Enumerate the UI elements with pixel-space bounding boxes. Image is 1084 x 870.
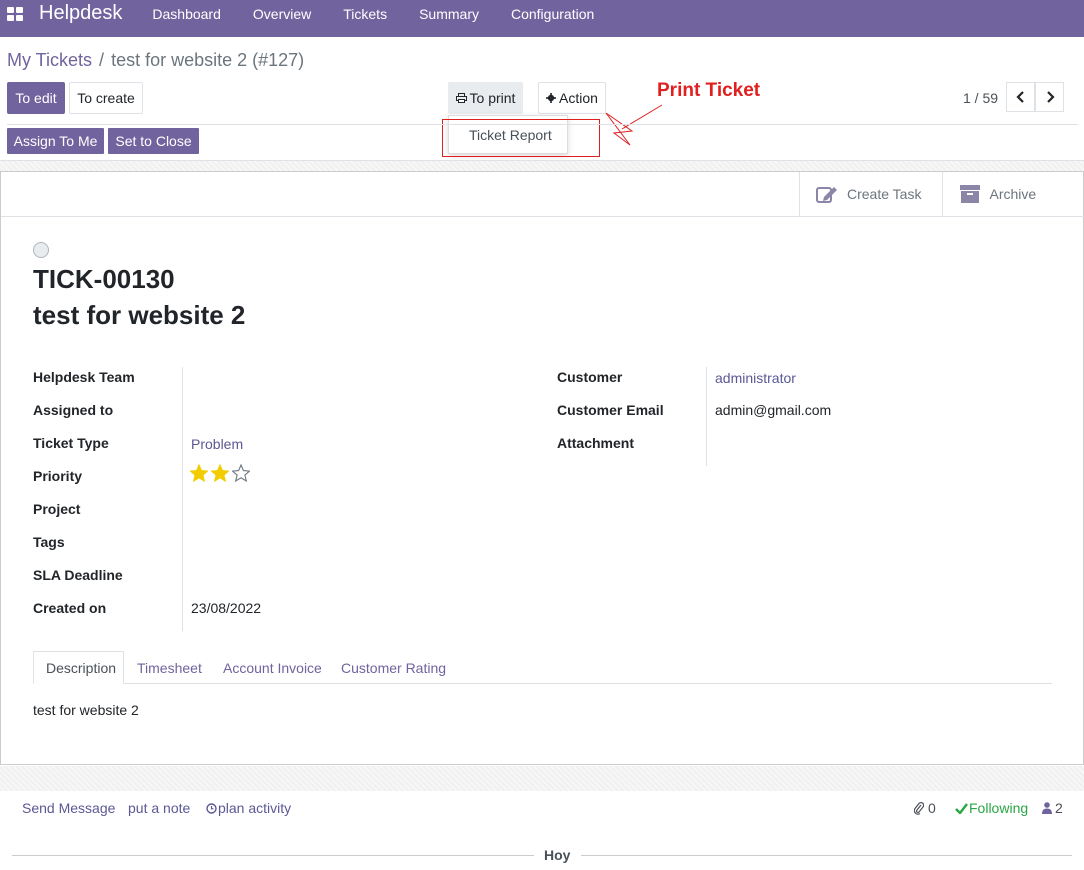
edit-button[interactable]: To edit: [7, 82, 65, 114]
tab-account-invoice[interactable]: Account Invoice: [223, 651, 322, 684]
chevron-left-icon: [1015, 91, 1024, 103]
pager-next-button[interactable]: [1035, 82, 1064, 112]
notebook-tabs: Description Timesheet Account Invoice Cu…: [33, 651, 1052, 684]
followers-count: 2: [1055, 800, 1063, 816]
following-label: Following: [969, 800, 1029, 816]
edit-icon: [816, 187, 837, 203]
left-group-divider: [182, 367, 183, 631]
followers-button[interactable]: 2: [1042, 800, 1063, 816]
created-on-label: Created on: [33, 600, 107, 616]
chevron-right-icon: [1046, 91, 1055, 103]
pager-previous-button[interactable]: [1006, 82, 1035, 112]
print-button-label: To print: [469, 90, 516, 106]
ticket-type-value[interactable]: Problem: [191, 436, 243, 452]
right-group-divider: [706, 367, 707, 466]
assign-to-me-button[interactable]: Assign To Me: [7, 128, 104, 154]
date-separator-line-right: [581, 855, 1072, 856]
app-brand[interactable]: Helpdesk: [39, 2, 122, 25]
helpdesk-team-label: Helpdesk Team: [33, 369, 135, 385]
button-box-divider: [1, 216, 1084, 217]
breadcrumb-separator: /: [99, 50, 105, 70]
breadcrumb: My Tickets / test for website 2 (#127): [7, 50, 304, 71]
project-label: Project: [33, 501, 81, 517]
action-button-label: Action: [559, 90, 598, 106]
top-navbar: Helpdesk Dashboard Overview Tickets Summ…: [0, 0, 1084, 37]
smart-button-box: Create Task Archive: [799, 172, 1084, 216]
archive-label: Archive: [989, 186, 1037, 202]
send-message-button[interactable]: Send Message: [22, 800, 115, 816]
ticket-number: TICK-00130: [33, 264, 175, 294]
priority-label: Priority: [33, 468, 83, 484]
printer-icon: [455, 93, 467, 103]
description-content[interactable]: test for website 2: [33, 702, 139, 718]
customer-email-value[interactable]: admin@gmail.com: [715, 402, 831, 418]
date-separator-line-left: [12, 855, 534, 856]
menu-item-tickets[interactable]: Tickets: [327, 6, 403, 22]
ticket-name[interactable]: test for website 2: [33, 300, 245, 331]
sla-deadline-label: SLA Deadline: [33, 567, 123, 583]
archive-icon: [959, 185, 980, 203]
star-icon[interactable]: [232, 464, 250, 482]
clock-icon: [206, 802, 217, 814]
tags-field[interactable]: [191, 534, 491, 552]
print-button[interactable]: To print: [448, 82, 523, 114]
log-note-button[interactable]: put a note: [128, 800, 190, 816]
menu-item-overview[interactable]: Overview: [237, 6, 327, 22]
create-button[interactable]: To create: [69, 82, 143, 114]
attachment-label: Attachment: [557, 435, 635, 451]
assigned-to-label: Assigned to: [33, 402, 114, 418]
apps-icon[interactable]: [7, 7, 23, 21]
attachment-field[interactable]: [715, 435, 1015, 453]
control-panel-divider: [7, 124, 1078, 125]
tags-label: Tags: [33, 534, 65, 550]
annotation-arrow: [605, 104, 663, 146]
kanban-state-indicator[interactable]: [33, 242, 49, 258]
action-button[interactable]: Action: [538, 82, 606, 114]
star-icon[interactable]: [211, 464, 229, 482]
menu-item-dashboard[interactable]: Dashboard: [136, 6, 237, 22]
date-separator: Hoy: [544, 847, 571, 863]
main-menu: Dashboard Overview Tickets Summary Confi…: [136, 6, 610, 22]
set-to-close-button[interactable]: Set to Close: [108, 128, 199, 154]
menu-item-configuration[interactable]: Configuration: [495, 6, 610, 22]
assigned-to-field[interactable]: [191, 402, 491, 420]
attachments-button[interactable]: 0: [914, 800, 936, 816]
create-task-label: Create Task: [847, 186, 922, 202]
breadcrumb-current: test for website 2 (#127): [111, 50, 305, 70]
tab-description[interactable]: Description: [33, 651, 124, 684]
ticket-type-label: Ticket Type: [33, 435, 109, 451]
follow-button[interactable]: Following: [955, 800, 1028, 816]
plan-activity-button[interactable]: plan activity: [206, 800, 291, 816]
paperclip-icon: [914, 801, 924, 815]
project-field[interactable]: [191, 501, 491, 519]
customer-email-label: Customer Email: [557, 402, 664, 418]
check-icon: [955, 802, 968, 814]
annotation-label: Print Ticket: [657, 80, 761, 101]
menu-item-summary[interactable]: Summary: [403, 6, 495, 22]
plan-activity-label: plan activity: [218, 800, 292, 816]
form-background-band: [0, 160, 1084, 171]
tab-timesheet[interactable]: Timesheet: [137, 651, 202, 684]
customer-value[interactable]: administrator: [715, 370, 796, 386]
gear-icon: [546, 93, 557, 103]
breadcrumb-parent[interactable]: My Tickets: [7, 50, 92, 70]
helpdesk-team-field[interactable]: [191, 369, 491, 387]
created-on-value: 23/08/2022: [191, 600, 262, 616]
create-task-button[interactable]: Create Task: [800, 172, 943, 216]
customer-label: Customer: [557, 369, 623, 385]
tab-customer-rating[interactable]: Customer Rating: [341, 651, 446, 684]
pager-value[interactable]: 1 / 59: [963, 90, 998, 106]
user-icon: [1042, 802, 1052, 814]
archive-button[interactable]: Archive: [943, 172, 1084, 216]
chatter-background-band: [0, 766, 1084, 791]
sla-deadline-field[interactable]: [191, 567, 491, 585]
attachments-count: 0: [928, 800, 936, 816]
star-icon[interactable]: [190, 464, 208, 482]
